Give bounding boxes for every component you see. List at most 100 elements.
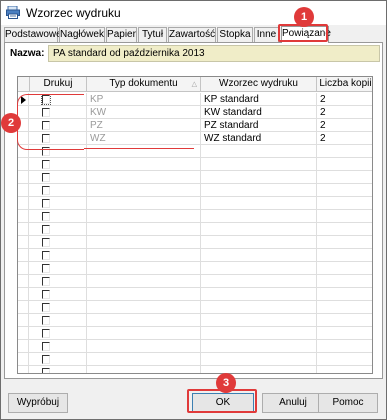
- template-cell[interactable]: [201, 327, 317, 340]
- template-cell[interactable]: [201, 145, 317, 158]
- empty-table-row[interactable]: [18, 210, 372, 223]
- copies-cell[interactable]: 2: [317, 106, 372, 119]
- table-row[interactable]: PZ PZ standard 2: [18, 119, 372, 132]
- test-button[interactable]: Wypróbuj: [8, 393, 68, 413]
- doc-type-cell[interactable]: [87, 275, 201, 288]
- doc-type-cell[interactable]: [87, 197, 201, 210]
- empty-table-row[interactable]: [18, 262, 372, 275]
- copies-cell[interactable]: [317, 262, 372, 275]
- print-checkbox[interactable]: [42, 186, 50, 195]
- doc-type-cell[interactable]: [87, 353, 201, 366]
- template-cell[interactable]: [201, 184, 317, 197]
- copies-cell[interactable]: [317, 353, 372, 366]
- empty-table-row[interactable]: [18, 249, 372, 262]
- empty-table-row[interactable]: [18, 314, 372, 327]
- empty-table-row[interactable]: [18, 288, 372, 301]
- header-wzorzec-wydruku[interactable]: Wzorzec wydruku: [201, 77, 317, 92]
- empty-table-row[interactable]: [18, 301, 372, 314]
- template-cell[interactable]: KW standard: [201, 106, 317, 119]
- empty-table-row[interactable]: [18, 340, 372, 353]
- copies-cell[interactable]: [317, 288, 372, 301]
- doc-type-cell[interactable]: KW: [87, 106, 201, 119]
- doc-type-cell[interactable]: [87, 158, 201, 171]
- doc-type-cell[interactable]: [87, 171, 201, 184]
- doc-type-cell[interactable]: PZ: [87, 119, 201, 132]
- empty-table-row[interactable]: [18, 184, 372, 197]
- empty-table-row[interactable]: [18, 158, 372, 171]
- tab-stopka[interactable]: Stopka: [217, 27, 253, 42]
- empty-table-row[interactable]: [18, 223, 372, 236]
- copies-cell[interactable]: [317, 197, 372, 210]
- template-cell[interactable]: [201, 353, 317, 366]
- print-checkbox[interactable]: [42, 303, 50, 312]
- template-cell[interactable]: [201, 288, 317, 301]
- empty-table-row[interactable]: [18, 353, 372, 366]
- document-grid[interactable]: Drukuj Typ dokumentu △ Wzorzec wydruku L…: [17, 76, 373, 374]
- empty-table-row[interactable]: [18, 197, 372, 210]
- tab-powiazane[interactable]: Powiązane: [281, 26, 331, 43]
- print-checkbox[interactable]: [42, 238, 50, 247]
- copies-cell[interactable]: [317, 301, 372, 314]
- template-cell[interactable]: [201, 314, 317, 327]
- empty-table-row[interactable]: [18, 327, 372, 340]
- cancel-button[interactable]: Anuluj: [262, 393, 324, 413]
- doc-type-cell[interactable]: [87, 184, 201, 197]
- print-checkbox[interactable]: [42, 212, 50, 221]
- template-cell[interactable]: [201, 301, 317, 314]
- copies-cell[interactable]: [317, 210, 372, 223]
- copies-cell[interactable]: 2: [317, 93, 372, 106]
- copies-cell[interactable]: [317, 223, 372, 236]
- template-cell[interactable]: [201, 262, 317, 275]
- doc-type-cell[interactable]: WZ: [87, 132, 201, 145]
- template-cell[interactable]: KP standard: [201, 93, 317, 106]
- help-button[interactable]: Pomoc: [318, 393, 378, 413]
- print-checkbox[interactable]: [42, 316, 50, 325]
- template-cell[interactable]: [201, 210, 317, 223]
- print-checkbox[interactable]: [41, 94, 51, 105]
- template-cell[interactable]: WZ standard: [201, 132, 317, 145]
- empty-table-row[interactable]: [18, 275, 372, 288]
- template-cell[interactable]: [201, 158, 317, 171]
- doc-type-cell[interactable]: [87, 340, 201, 353]
- doc-type-cell[interactable]: [87, 327, 201, 340]
- tab-zawartosc[interactable]: Zawartość: [168, 27, 216, 42]
- print-checkbox[interactable]: [42, 134, 50, 143]
- template-cell[interactable]: [201, 249, 317, 262]
- tab-podstawowe[interactable]: Podstawowe: [4, 27, 62, 42]
- template-cell[interactable]: [201, 275, 317, 288]
- print-checkbox[interactable]: [42, 173, 50, 182]
- print-checkbox[interactable]: [42, 251, 50, 260]
- template-cell[interactable]: [201, 340, 317, 353]
- empty-table-row[interactable]: [18, 236, 372, 249]
- empty-table-row[interactable]: [18, 145, 372, 158]
- header-drukuj[interactable]: Drukuj: [30, 77, 87, 92]
- template-cell[interactable]: [201, 197, 317, 210]
- template-cell[interactable]: [201, 223, 317, 236]
- copies-cell[interactable]: [317, 171, 372, 184]
- header-typ-dokumentu[interactable]: Typ dokumentu △: [87, 77, 201, 92]
- print-checkbox[interactable]: [42, 342, 50, 351]
- tab-naglowek[interactable]: Nagłówek: [59, 27, 105, 42]
- doc-type-cell[interactable]: [87, 288, 201, 301]
- doc-type-cell[interactable]: [87, 366, 201, 373]
- table-row[interactable]: KW KW standard 2: [18, 106, 372, 119]
- doc-type-cell[interactable]: KP: [87, 93, 201, 106]
- copies-cell[interactable]: [317, 340, 372, 353]
- tab-inne[interactable]: Inne: [254, 27, 279, 42]
- print-checkbox[interactable]: [42, 108, 50, 117]
- template-cell[interactable]: PZ standard: [201, 119, 317, 132]
- copies-cell[interactable]: 2: [317, 132, 372, 145]
- doc-type-cell[interactable]: [87, 249, 201, 262]
- print-checkbox[interactable]: [42, 225, 50, 234]
- copies-cell[interactable]: [317, 158, 372, 171]
- print-checkbox[interactable]: [42, 355, 50, 364]
- doc-type-cell[interactable]: [87, 145, 201, 158]
- empty-table-row[interactable]: [18, 171, 372, 184]
- doc-type-cell[interactable]: [87, 301, 201, 314]
- print-checkbox[interactable]: [42, 264, 50, 273]
- print-checkbox[interactable]: [42, 277, 50, 286]
- ok-button[interactable]: OK: [192, 393, 254, 413]
- empty-table-row[interactable]: [18, 366, 372, 373]
- template-cell[interactable]: [201, 171, 317, 184]
- table-row[interactable]: WZ WZ standard 2: [18, 132, 372, 145]
